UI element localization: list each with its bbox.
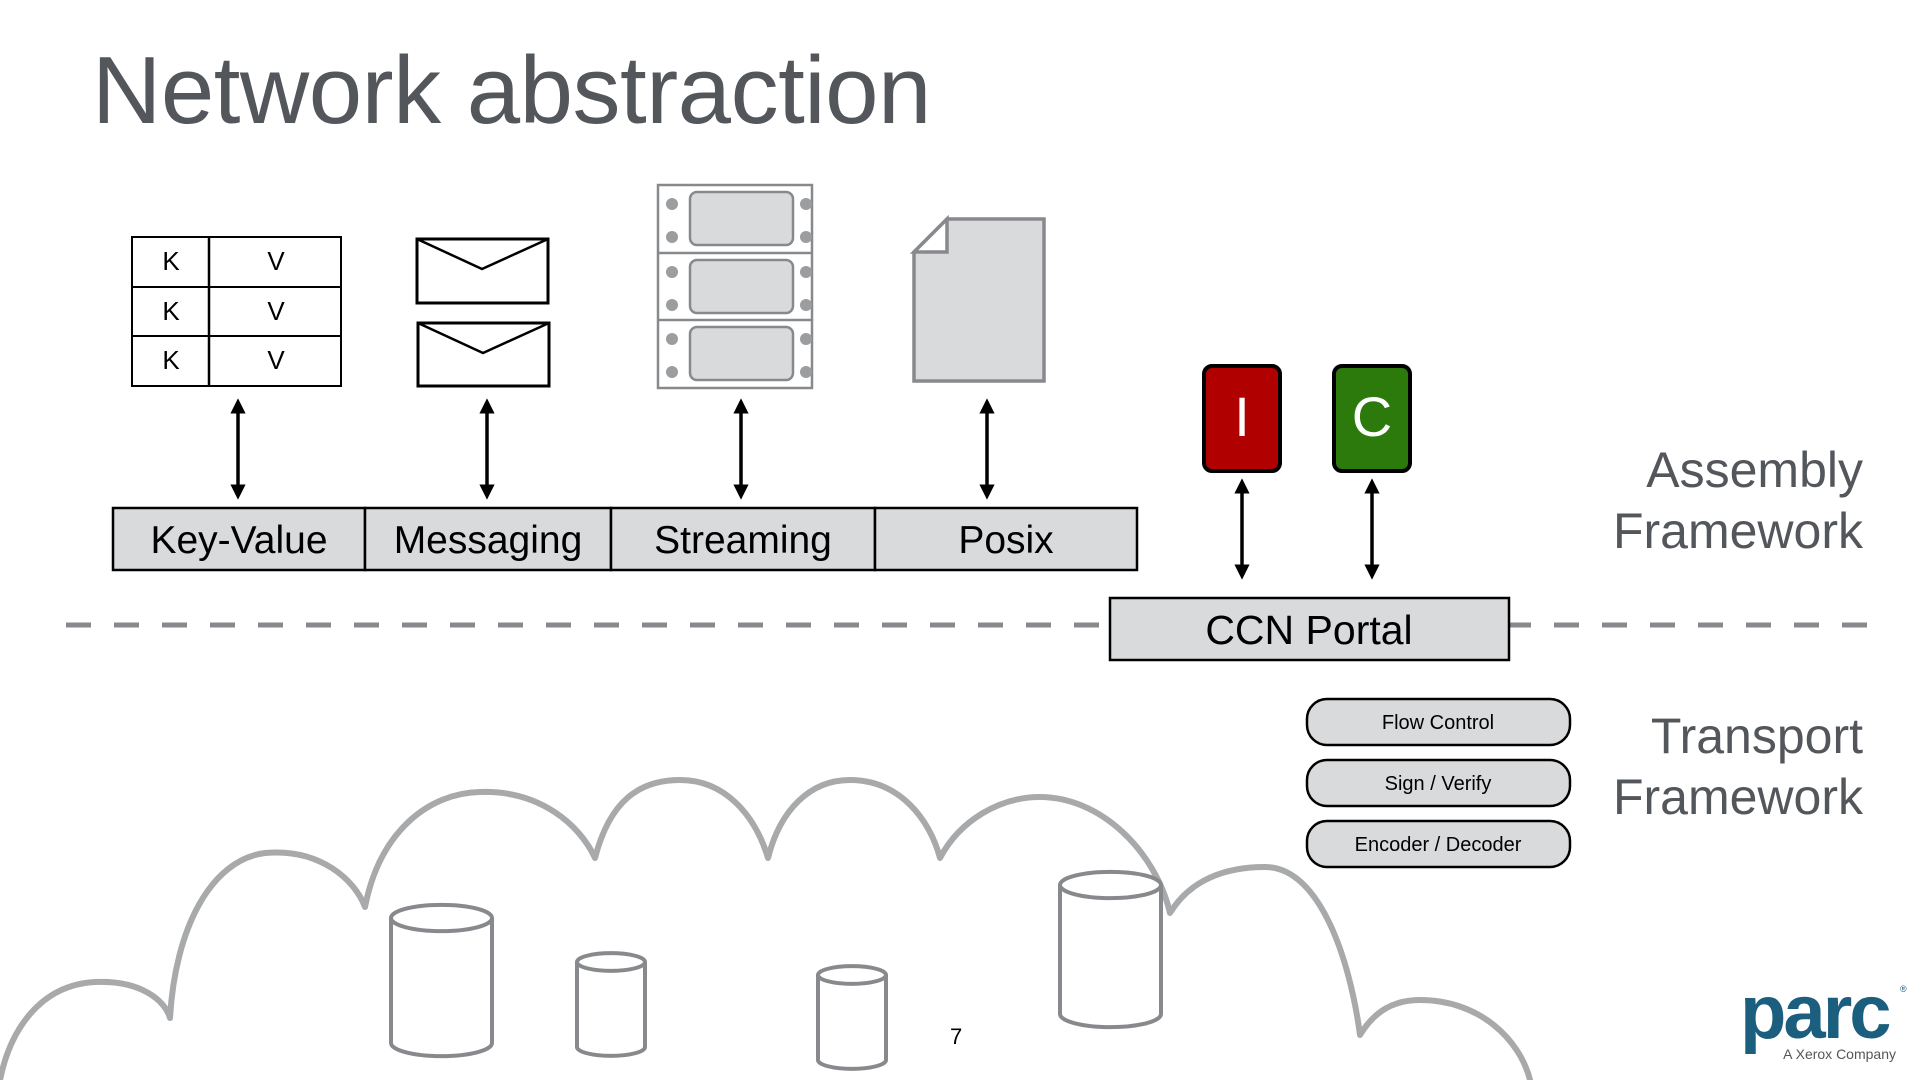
transport-component-label: Flow Control (1382, 712, 1494, 734)
kv-key-cell: K (162, 296, 180, 326)
envelope-icon (415, 237, 550, 305)
sprocket-hole (666, 231, 678, 243)
ccn-portal-box[interactable]: CCN Portal (1108, 596, 1511, 662)
api-segment-streaming[interactable]: Streaming (609, 506, 877, 572)
ccn-portal-label: CCN Portal (1205, 607, 1412, 653)
transport-component-2[interactable]: Encoder / Decoder (1305, 819, 1572, 869)
api-segment-label: Messaging (394, 519, 583, 562)
label-line: Transport (1650, 708, 1863, 764)
transport-component-1[interactable]: Sign / Verify (1305, 758, 1572, 808)
sprocket-hole (800, 333, 812, 345)
api-segment-label: Streaming (654, 519, 832, 562)
key-value-table-icon: K V K V K V (131, 236, 342, 387)
sprocket-hole (666, 299, 678, 311)
envelope-icon (416, 321, 551, 388)
sprocket-hole (800, 198, 812, 210)
label-line: Framework (1612, 503, 1863, 559)
registered-mark: ® (1900, 984, 1907, 994)
kv-value-cell: V (267, 345, 285, 375)
film-frame (688, 258, 795, 315)
api-segment-label: Posix (958, 519, 1054, 562)
sprocket-hole (666, 333, 678, 345)
transport-framework-label: Transport Framework (1613, 706, 1863, 828)
kv-value-cell: V (267, 296, 285, 326)
api-bar: Key-Value Messaging Streaming Posix (111, 506, 1139, 572)
transport-component-label: Encoder / Decoder (1355, 834, 1522, 856)
film-frame (688, 325, 795, 382)
api-segment-key-value[interactable]: Key-Value (111, 506, 367, 572)
network-cloud-outline (0, 777, 1533, 1080)
film-frame (688, 190, 795, 247)
sprocket-hole (800, 299, 812, 311)
label-line: Assembly (1646, 442, 1863, 498)
database-cylinder-icon (575, 951, 647, 1058)
sprocket-hole (800, 231, 812, 243)
sprocket-hole (800, 266, 812, 278)
assembly-framework-label: Assembly Framework (1613, 440, 1863, 562)
label-line: Framework (1612, 769, 1863, 825)
transport-component-label: Sign / Verify (1385, 773, 1492, 795)
transport-component-0[interactable]: Flow Control (1305, 697, 1572, 747)
filmstrip-icon (656, 183, 814, 390)
page-number: 7 (950, 1024, 963, 1049)
parc-logo: parc ® A Xerox Company (1740, 970, 1910, 1063)
sprocket-hole (666, 266, 678, 278)
tile-letter: I (1234, 385, 1250, 448)
kv-key-cell: K (162, 246, 180, 276)
logo-wordmark: parc (1740, 970, 1892, 1055)
kv-key-cell: K (162, 345, 180, 375)
interest-tile: I (1202, 364, 1282, 473)
database-cylinder-icon (816, 964, 888, 1071)
sprocket-hole (666, 198, 678, 210)
database-cylinder-icon (1058, 869, 1163, 1030)
api-segment-label: Key-Value (150, 519, 327, 562)
database-cylinder-icon (389, 902, 494, 1059)
api-segment-posix[interactable]: Posix (873, 506, 1139, 572)
document-icon (909, 214, 1046, 383)
kv-value-cell: V (267, 246, 285, 276)
sprocket-hole (800, 366, 812, 378)
tile-letter: C (1352, 385, 1392, 448)
api-segment-messaging[interactable]: Messaging (363, 506, 613, 572)
sprocket-hole (666, 366, 678, 378)
content-tile: C (1332, 364, 1412, 473)
